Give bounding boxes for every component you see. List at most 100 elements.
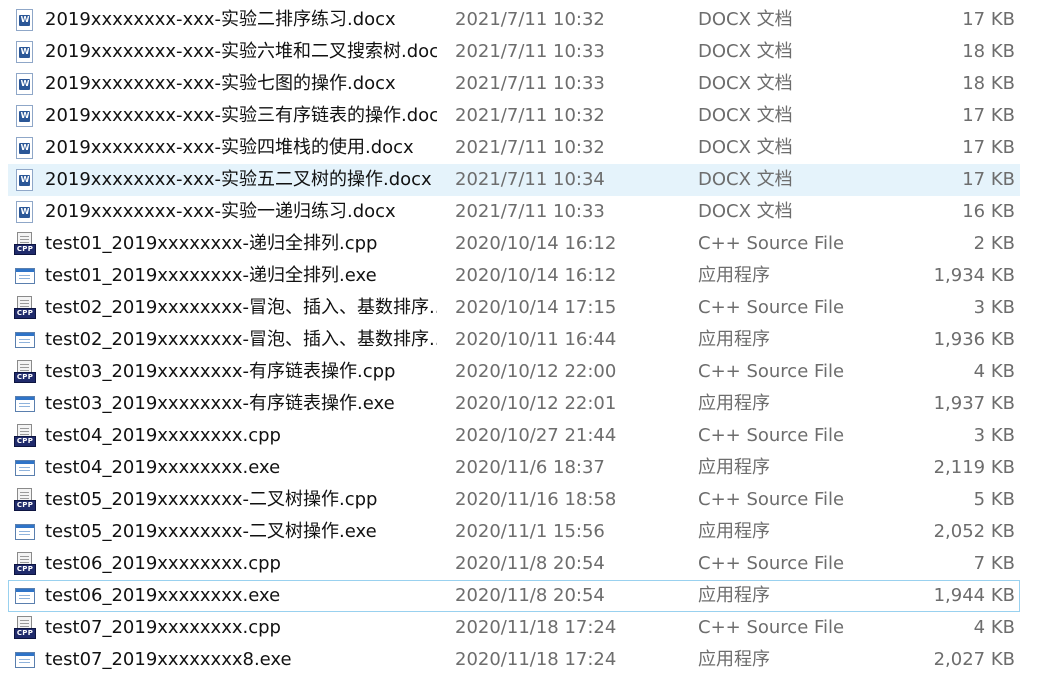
file-size: 3 KB [973, 425, 1015, 446]
file-icon-cell: CPP [14, 229, 38, 259]
file-type: DOCX 文档 [698, 137, 793, 158]
file-size: 7 KB [973, 553, 1015, 574]
file-date-modified: 2021/7/11 10:33 [455, 73, 605, 94]
file-size: 1,937 KB [933, 393, 1015, 414]
file-icon-cell [14, 389, 38, 419]
file-row[interactable]: test04_2019xxxxxxxx.exe 2020/11/6 18:37 应用… [8, 452, 1020, 484]
file-name: 2019xxxxxxxx-xxx-实验六堆和二叉搜索树.docx [45, 41, 437, 62]
file-date-modified: 2020/11/8 20:54 [455, 553, 605, 574]
file-date-modified: 2020/10/14 16:12 [455, 233, 617, 254]
exe-icon [15, 332, 35, 348]
file-size: 5 KB [973, 489, 1015, 510]
file-row[interactable]: 2019xxxxxxxx-xxx-实验五二叉树的操作.docx 2021/7/11… [8, 164, 1020, 196]
file-name: test07_2019xxxxxxxx.cpp [45, 617, 281, 638]
file-date-modified: 2020/10/12 22:01 [455, 393, 617, 414]
file-size: 17 KB [962, 169, 1015, 190]
file-size: 1,944 KB [933, 585, 1015, 606]
file-type: 应用程序 [698, 649, 770, 670]
file-row[interactable]: test07_2019xxxxxxxx8.exe 2020/11/18 17:24… [8, 644, 1020, 676]
file-size: 18 KB [962, 41, 1015, 62]
cpp-icon: CPP [14, 616, 36, 640]
file-row[interactable]: 2019xxxxxxxx-xxx-实验七图的操作.docx 2021/7/11 1… [8, 68, 1020, 100]
cpp-icon: CPP [14, 424, 36, 448]
file-type: DOCX 文档 [698, 169, 793, 190]
file-row[interactable]: 2019xxxxxxxx-xxx-实验六堆和二叉搜索树.docx 2021/7/1… [8, 36, 1020, 68]
file-size: 1,936 KB [933, 329, 1015, 350]
file-name: 2019xxxxxxxx-xxx-实验三有序链表的操作.docx [45, 105, 437, 126]
file-row[interactable]: CPP test07_2019xxxxxxxx.cpp 2020/11/18 17:… [8, 612, 1020, 644]
file-type: C++ Source File [698, 361, 845, 382]
file-name: test04_2019xxxxxxxx.exe [45, 457, 281, 478]
exe-icon [15, 588, 35, 604]
file-type: DOCX 文档 [698, 41, 793, 62]
file-type: 应用程序 [698, 585, 770, 606]
docx-icon [16, 105, 33, 127]
file-name: test04_2019xxxxxxxx.cpp [45, 425, 281, 446]
cpp-icon: CPP [14, 552, 36, 576]
file-row[interactable]: test03_2019xxxxxxxx-有序链表操作.exe 2020/10/12… [8, 388, 1020, 420]
file-date-modified: 2021/7/11 10:33 [455, 41, 605, 62]
cpp-icon-tag: CPP [14, 308, 36, 319]
file-list: 2019xxxxxxxx-xxx-实验二排序练习.docx 2021/7/11 1… [0, 0, 1058, 682]
cpp-icon: CPP [14, 360, 36, 384]
file-row[interactable]: test02_2019xxxxxxxx-冒泡、插入、基数排序.... 2020/1… [8, 324, 1020, 356]
file-icon-cell [14, 37, 38, 67]
file-size: 4 KB [973, 361, 1015, 382]
file-date-modified: 2021/7/11 10:32 [455, 9, 605, 30]
file-type: C++ Source File [698, 233, 845, 254]
file-row[interactable]: CPP test02_2019xxxxxxxx-冒泡、插入、基数排序.... 202… [8, 292, 1020, 324]
file-name: 2019xxxxxxxx-xxx-实验二排序练习.docx [45, 9, 396, 30]
file-date-modified: 2020/11/1 15:56 [455, 521, 605, 542]
file-row[interactable]: CPP test04_2019xxxxxxxx.cpp 2020/10/27 21:… [8, 420, 1020, 452]
exe-icon [15, 396, 35, 412]
cpp-icon: CPP [14, 488, 36, 512]
file-size: 17 KB [962, 137, 1015, 158]
file-date-modified: 2020/10/11 16:44 [455, 329, 617, 350]
file-row[interactable]: CPP test01_2019xxxxxxxx-递归全排列.cpp 2020/10/… [8, 228, 1020, 260]
file-date-modified: 2021/7/11 10:33 [455, 201, 605, 222]
file-type: C++ Source File [698, 617, 845, 638]
file-date-modified: 2020/10/14 16:12 [455, 265, 617, 286]
exe-icon [15, 268, 35, 284]
file-row[interactable]: CPP test03_2019xxxxxxxx-有序链表操作.cpp 2020/10… [8, 356, 1020, 388]
file-date-modified: 2020/11/18 17:24 [455, 649, 617, 670]
file-type: 应用程序 [698, 265, 770, 286]
file-type: C++ Source File [698, 297, 845, 318]
file-icon-cell [14, 5, 38, 35]
cpp-icon-tag: CPP [14, 500, 36, 511]
file-row[interactable]: test06_2019xxxxxxxx.exe 2020/11/8 20:54 应用… [8, 580, 1020, 612]
file-row[interactable]: 2019xxxxxxxx-xxx-实验一递归练习.docx 2021/7/11 1… [8, 196, 1020, 228]
file-size: 4 KB [973, 617, 1015, 638]
file-type: DOCX 文档 [698, 73, 793, 94]
file-row[interactable]: 2019xxxxxxxx-xxx-实验三有序链表的操作.docx 2021/7/1… [8, 100, 1020, 132]
file-date-modified: 2020/10/14 17:15 [455, 297, 617, 318]
cpp-icon-tag: CPP [14, 244, 36, 255]
file-row[interactable]: 2019xxxxxxxx-xxx-实验四堆栈的使用.docx 2021/7/11 … [8, 132, 1020, 164]
file-name: 2019xxxxxxxx-xxx-实验一递归练习.docx [45, 201, 396, 222]
file-row[interactable]: 2019xxxxxxxx-xxx-实验二排序练习.docx 2021/7/11 1… [8, 4, 1020, 36]
file-icon-cell: CPP [14, 485, 38, 515]
file-icon-cell [14, 581, 38, 611]
file-type: DOCX 文档 [698, 105, 793, 126]
file-icon-cell [14, 101, 38, 131]
file-date-modified: 2020/10/27 21:44 [455, 425, 617, 446]
file-icon-cell [14, 197, 38, 227]
file-type: 应用程序 [698, 329, 770, 350]
file-name: test07_2019xxxxxxxx8.exe [45, 649, 292, 670]
file-name: test05_2019xxxxxxxx-二叉树操作.cpp [45, 489, 378, 510]
file-size: 17 KB [962, 9, 1015, 30]
file-name: test02_2019xxxxxxxx-冒泡、插入、基数排序.... [45, 297, 437, 318]
file-type: C++ Source File [698, 553, 845, 574]
file-row[interactable]: CPP test05_2019xxxxxxxx-二叉树操作.cpp 2020/11/… [8, 484, 1020, 516]
file-row[interactable]: test01_2019xxxxxxxx-递归全排列.exe 2020/10/14 … [8, 260, 1020, 292]
docx-icon [16, 169, 33, 191]
file-icon-cell [14, 69, 38, 99]
file-row[interactable]: CPP test06_2019xxxxxxxx.cpp 2020/11/8 20:5… [8, 548, 1020, 580]
file-size: 2,052 KB [933, 521, 1015, 542]
file-row[interactable]: test05_2019xxxxxxxx-二叉树操作.exe 2020/11/1 1… [8, 516, 1020, 548]
file-name: test03_2019xxxxxxxx-有序链表操作.cpp [45, 361, 396, 382]
docx-icon [16, 137, 33, 159]
file-type: DOCX 文档 [698, 9, 793, 30]
file-name: 2019xxxxxxxx-xxx-实验四堆栈的使用.docx [45, 137, 414, 158]
file-name: test01_2019xxxxxxxx-递归全排列.exe [45, 265, 377, 286]
